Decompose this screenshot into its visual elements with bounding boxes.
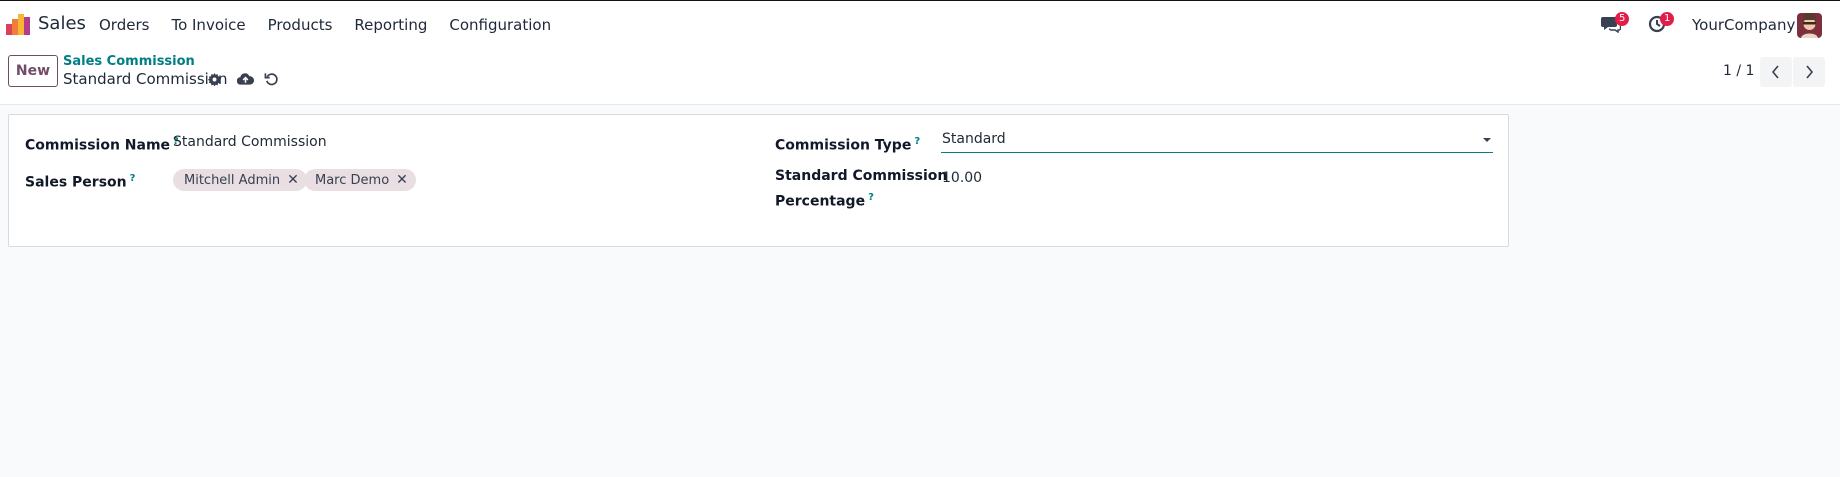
commission-type-select[interactable]: Standard	[941, 131, 1493, 153]
std-commission-pct-field[interactable]: 10.00	[942, 170, 982, 186]
help-tooltip-icon[interactable]: ?	[868, 192, 874, 203]
menu-products[interactable]: Products	[268, 16, 333, 34]
sales-person-label-text: Sales Person	[25, 174, 127, 191]
close-icon[interactable]: ✕	[396, 172, 408, 188]
cloud-upload-icon[interactable]	[237, 72, 254, 86]
discard-icon[interactable]	[264, 72, 279, 87]
close-icon[interactable]: ✕	[287, 172, 299, 188]
breadcrumb-current: Standard Commission	[63, 70, 228, 88]
chevron-left-icon	[1771, 65, 1779, 79]
std-pct-label-line2: Percentage	[775, 193, 866, 210]
commission-type-value: Standard	[942, 131, 1006, 147]
commission-name-label-text: Commission Name	[25, 137, 171, 154]
sales-person-tag: Mitchell Admin ✕	[173, 169, 307, 191]
menu-configuration[interactable]: Configuration	[449, 16, 551, 34]
sales-person-tag: Marc Demo ✕	[304, 169, 416, 191]
sales-person-label: Sales Person?	[25, 168, 135, 194]
app-name[interactable]: Sales	[38, 13, 86, 34]
chevron-right-icon	[1806, 65, 1814, 79]
commission-type-label: Commission Type?	[775, 131, 920, 157]
menu-reporting[interactable]: Reporting	[354, 16, 427, 34]
main-menu: Orders To Invoice Products Reporting Con…	[99, 16, 573, 34]
chat-count-badge: 5	[1615, 12, 1630, 26]
commission-type-label-text: Commission Type	[775, 137, 912, 154]
app-logo-icon[interactable]	[6, 13, 30, 35]
std-commission-pct-label: Standard Commission Percentage?	[775, 166, 947, 213]
top-navbar: Sales Orders To Invoice Products Reporti…	[0, 0, 1840, 47]
company-switcher[interactable]: YourCompany	[1692, 16, 1795, 34]
gear-icon[interactable]	[208, 73, 221, 86]
pager-next-button[interactable]	[1793, 57, 1825, 87]
pager-value[interactable]: 1 / 1	[1723, 63, 1754, 79]
activity-count-badge: 1	[1660, 12, 1675, 26]
commission-name-field[interactable]: Standard Commission	[173, 134, 327, 150]
breadcrumb-parent[interactable]: Sales Commission	[63, 54, 195, 69]
control-panel: New Sales Commission Standard Commission…	[0, 47, 1840, 105]
avatar-icon	[1797, 13, 1822, 38]
help-tooltip-icon[interactable]: ?	[914, 136, 920, 147]
menu-to-invoice[interactable]: To Invoice	[171, 16, 245, 34]
menu-orders[interactable]: Orders	[99, 16, 149, 34]
user-avatar[interactable]	[1797, 13, 1822, 38]
help-tooltip-icon[interactable]: ?	[130, 173, 136, 184]
tag-label: Mitchell Admin	[184, 172, 281, 188]
form-sheet: Commission Name? Standard Commission Sal…	[8, 114, 1509, 247]
caret-down-icon	[1483, 138, 1491, 142]
new-button[interactable]: New	[8, 55, 58, 87]
tag-label: Marc Demo	[315, 172, 390, 188]
pager-previous-button[interactable]	[1760, 57, 1792, 87]
std-pct-label-line1: Standard Commission	[775, 168, 948, 184]
commission-name-label: Commission Name?	[25, 131, 179, 157]
